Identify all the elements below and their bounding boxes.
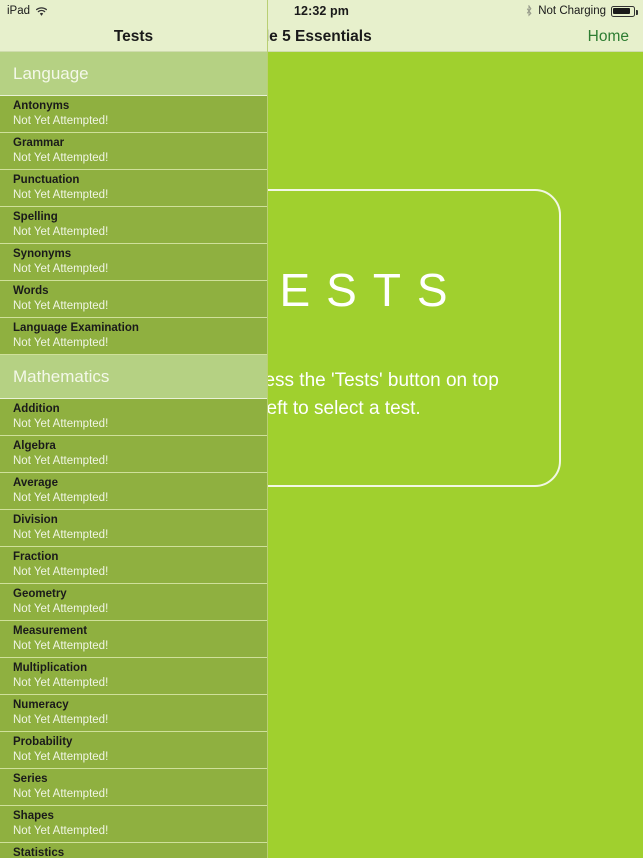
test-name: Synonyms bbox=[13, 248, 72, 260]
test-status: Not Yet Attempted! bbox=[13, 189, 109, 201]
test-name: Average bbox=[13, 477, 58, 489]
test-list-row[interactable]: Shapes Not Yet Attempted! bbox=[0, 806, 267, 843]
test-name: Geometry bbox=[13, 588, 67, 600]
test-name: Language Examination bbox=[13, 322, 139, 334]
test-name: Statistics bbox=[13, 847, 65, 858]
test-name: Punctuation bbox=[13, 174, 80, 186]
tests-sidebar: iPad Tests Language Antonyms Not Yet Attem… bbox=[0, 0, 268, 858]
test-name: Series bbox=[13, 773, 48, 785]
test-status: Not Yet Attempted! bbox=[13, 640, 109, 652]
test-status: Not Yet Attempted! bbox=[13, 825, 109, 837]
tests-list[interactable]: Language Antonyms Not Yet Attempted! Gramma… bbox=[0, 52, 267, 858]
test-name: Antonyms bbox=[13, 100, 70, 112]
test-name: Algebra bbox=[13, 440, 56, 452]
test-status: Not Yet Attempted! bbox=[13, 566, 109, 578]
test-status: Not Yet Attempted! bbox=[13, 337, 109, 349]
section-header-label: Language bbox=[13, 63, 89, 83]
test-name: Addition bbox=[13, 403, 60, 415]
test-status: Not Yet Attempted! bbox=[13, 226, 109, 238]
test-status: Not Yet Attempted! bbox=[13, 603, 109, 615]
test-status: Not Yet Attempted! bbox=[13, 492, 109, 504]
test-name: Measurement bbox=[13, 625, 88, 637]
test-list-row[interactable]: Division Not Yet Attempted! bbox=[0, 510, 267, 547]
test-name: Spelling bbox=[13, 211, 58, 223]
test-status: Not Yet Attempted! bbox=[13, 263, 109, 275]
section-header-label: Mathematics bbox=[13, 366, 110, 386]
section-header: Language bbox=[0, 52, 267, 96]
test-list-row[interactable]: Antonyms Not Yet Attempted! bbox=[0, 96, 267, 133]
test-status: Not Yet Attempted! bbox=[13, 751, 109, 763]
test-list-row[interactable]: Synonyms Not Yet Attempted! bbox=[0, 244, 267, 281]
test-list-row[interactable]: Words Not Yet Attempted! bbox=[0, 281, 267, 318]
test-list-row[interactable]: Series Not Yet Attempted! bbox=[0, 769, 267, 806]
charging-status-label: Not Charging bbox=[538, 5, 606, 17]
sidebar-title: Tests bbox=[113, 27, 154, 45]
wifi-icon bbox=[35, 6, 48, 17]
test-name: Shapes bbox=[13, 810, 54, 822]
test-list-row[interactable]: Grammar Not Yet Attempted! bbox=[0, 133, 267, 170]
battery-icon bbox=[611, 5, 638, 17]
test-status: Not Yet Attempted! bbox=[13, 788, 109, 800]
test-status: Not Yet Attempted! bbox=[13, 418, 109, 430]
test-list-row[interactable]: Fraction Not Yet Attempted! bbox=[0, 547, 267, 584]
sidebar-status-bar: iPad bbox=[0, 0, 267, 22]
test-list-row[interactable]: Algebra Not Yet Attempted! bbox=[0, 436, 267, 473]
section-header: Mathematics bbox=[0, 355, 267, 399]
test-list-row[interactable]: Multiplication Not Yet Attempted! bbox=[0, 658, 267, 695]
test-list-row[interactable]: Language Examination Not Yet Attempted! bbox=[0, 318, 267, 355]
test-list-row[interactable]: Addition Not Yet Attempted! bbox=[0, 399, 267, 436]
test-status: Not Yet Attempted! bbox=[13, 300, 109, 312]
test-list-row[interactable]: Average Not Yet Attempted! bbox=[0, 473, 267, 510]
test-status: Not Yet Attempted! bbox=[13, 115, 109, 127]
home-button[interactable]: Home bbox=[588, 22, 629, 52]
test-list-row[interactable]: Numeracy Not Yet Attempted! bbox=[0, 695, 267, 732]
test-list-row[interactable]: Probability Not Yet Attempted! bbox=[0, 732, 267, 769]
test-status: Not Yet Attempted! bbox=[13, 529, 109, 541]
test-name: Division bbox=[13, 514, 58, 526]
test-list-row[interactable]: Geometry Not Yet Attempted! bbox=[0, 584, 267, 621]
app-screen: 12:32 pm Not Charging Grade 5 Essentials… bbox=[0, 0, 643, 858]
test-name: Fraction bbox=[13, 551, 59, 563]
test-name: Multiplication bbox=[13, 662, 88, 674]
test-list-row[interactable]: Punctuation Not Yet Attempted! bbox=[0, 170, 267, 207]
test-status: Not Yet Attempted! bbox=[13, 677, 109, 689]
sidebar-navigation-bar: Tests bbox=[0, 22, 267, 52]
test-name: Probability bbox=[13, 736, 73, 748]
test-list-row[interactable]: Measurement Not Yet Attempted! bbox=[0, 621, 267, 658]
test-list-row[interactable]: Spelling Not Yet Attempted! bbox=[0, 207, 267, 244]
test-name: Grammar bbox=[13, 137, 65, 149]
test-list-row[interactable]: StatisticsNot Yet Attempted! bbox=[0, 843, 267, 858]
test-name: Words bbox=[13, 285, 49, 297]
test-status: Not Yet Attempted! bbox=[13, 152, 109, 164]
status-bar-right-group: Not Charging bbox=[525, 0, 638, 22]
test-status: Not Yet Attempted! bbox=[13, 455, 109, 467]
device-label: iPad bbox=[7, 5, 31, 17]
test-status: Not Yet Attempted! bbox=[13, 714, 109, 726]
bluetooth-icon bbox=[525, 4, 533, 18]
test-name: Numeracy bbox=[13, 699, 69, 711]
